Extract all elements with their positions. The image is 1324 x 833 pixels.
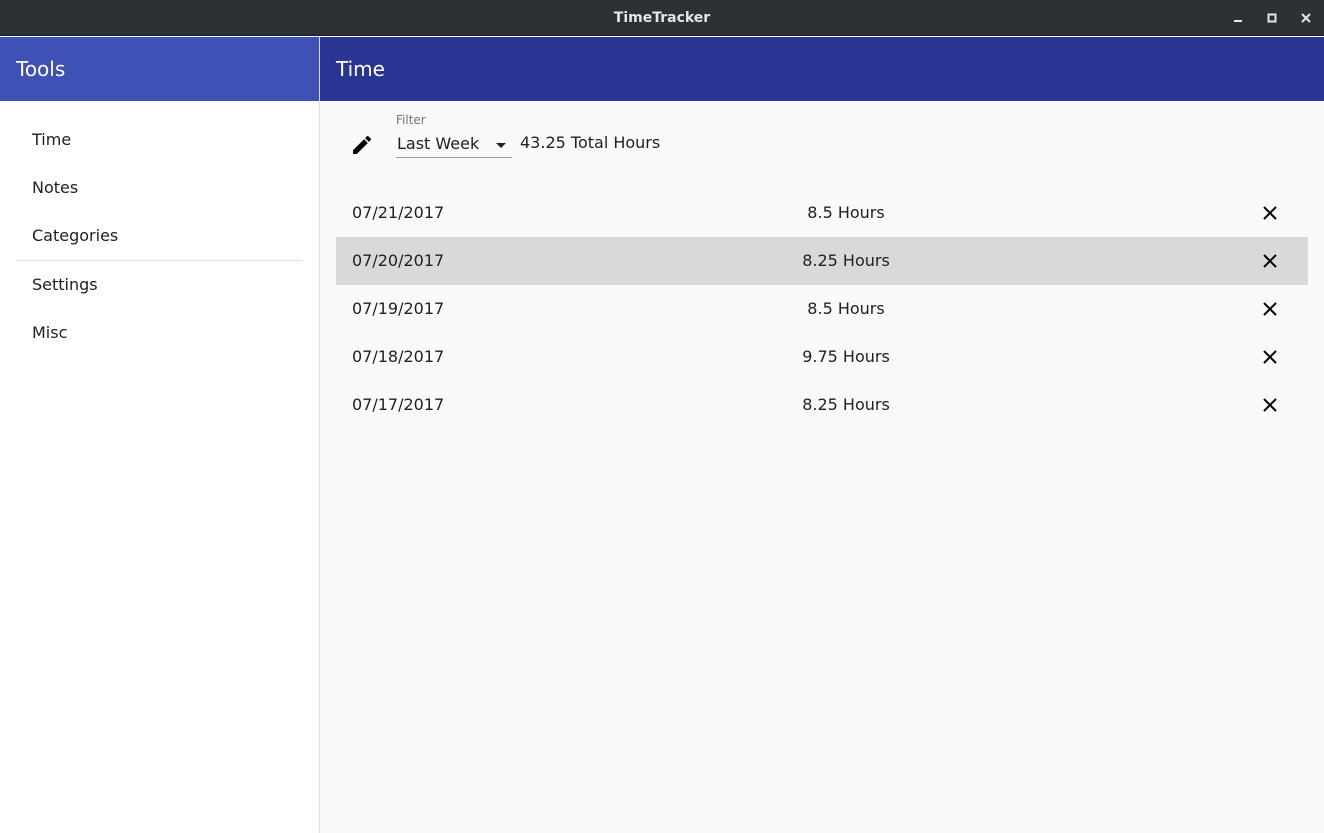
entry-date: 07/20/2017 (352, 251, 445, 270)
sidebar: Tools Time Notes Categories Settings Mis… (0, 37, 320, 833)
entry-hours: 8.25 Hours (802, 251, 890, 270)
filter-toolbar: Filter Last Week 43.25 Total Hours (320, 101, 1324, 189)
edit-button[interactable] (348, 131, 376, 159)
entry-hours: 8.5 Hours (807, 299, 885, 318)
total-hours: 43.25 Total Hours (520, 133, 661, 152)
filter-dropdown[interactable]: Last Week (396, 133, 512, 158)
table-row[interactable]: 07/20/2017 8.25 Hours (336, 237, 1308, 285)
sidebar-item-misc[interactable]: Misc (0, 309, 319, 357)
close-icon (1263, 398, 1277, 412)
sidebar-title: Tools (0, 37, 319, 101)
table-row[interactable]: 07/21/2017 8.5 Hours (336, 189, 1308, 237)
delete-entry-button[interactable] (1258, 249, 1282, 273)
table-row[interactable]: 07/18/2017 9.75 Hours (336, 333, 1308, 381)
main-panel: Time Filter Last Week 43.25 Total Hours … (320, 37, 1324, 833)
entry-date: 07/19/2017 (352, 299, 445, 318)
app-window: TimeTracker Tools Time Notes Categories … (0, 0, 1324, 833)
sidebar-item-categories[interactable]: Categories (0, 212, 319, 260)
delete-entry-button[interactable] (1258, 345, 1282, 369)
chevron-down-icon (496, 143, 506, 148)
table-row[interactable]: 07/19/2017 8.5 Hours (336, 285, 1308, 333)
maximize-icon (1267, 13, 1277, 23)
sidebar-item-time[interactable]: Time (0, 116, 319, 164)
close-icon (1263, 254, 1277, 268)
close-icon (1301, 13, 1311, 23)
entry-hours: 9.75 Hours (802, 347, 890, 366)
entry-hours: 8.25 Hours (802, 395, 890, 414)
minimize-icon (1234, 20, 1242, 22)
table-row[interactable]: 07/17/2017 8.25 Hours (336, 381, 1308, 429)
maximize-button[interactable] (1260, 6, 1284, 30)
window-title: TimeTracker (613, 10, 711, 26)
pencil-icon (353, 135, 372, 154)
sidebar-item-notes[interactable]: Notes (0, 164, 319, 212)
entry-date: 07/21/2017 (352, 203, 445, 222)
filter-selected-value: Last Week (397, 134, 480, 153)
delete-entry-button[interactable] (1258, 297, 1282, 321)
close-icon (1263, 350, 1277, 364)
close-button[interactable] (1294, 6, 1318, 30)
page-title: Time (320, 37, 1324, 101)
entry-date: 07/17/2017 (352, 395, 445, 414)
time-entry-list: 07/21/2017 8.5 Hours 07/20/2017 8.25 Hou… (336, 189, 1308, 429)
delete-entry-button[interactable] (1258, 393, 1282, 417)
sidebar-item-settings[interactable]: Settings (0, 261, 319, 309)
entry-date: 07/18/2017 (352, 347, 445, 366)
sidebar-nav: Time Notes Categories Settings Misc (0, 101, 319, 357)
minimize-button[interactable] (1226, 6, 1250, 30)
filter-label: Filter (396, 113, 426, 127)
entry-hours: 8.5 Hours (807, 203, 885, 222)
delete-entry-button[interactable] (1258, 201, 1282, 225)
close-icon (1263, 302, 1277, 316)
close-icon (1263, 206, 1277, 220)
title-bar: TimeTracker (0, 0, 1324, 36)
